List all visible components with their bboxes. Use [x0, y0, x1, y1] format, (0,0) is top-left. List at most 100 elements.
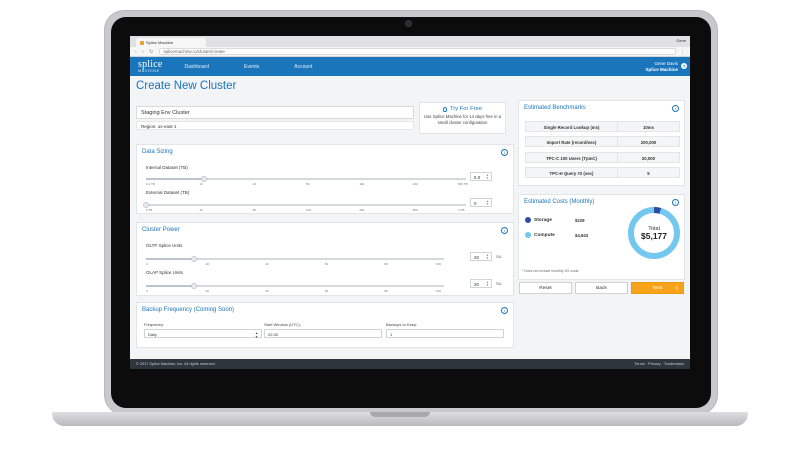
slider-tick-label: 100 — [436, 262, 442, 266]
compute-legend: Compute — [525, 232, 555, 238]
nav-dashboard[interactable]: Dashboard — [185, 64, 209, 70]
slider-tick-label: 50 — [252, 208, 256, 212]
splice-logo[interactable]: splice MACHINE — [138, 59, 163, 74]
slider-tick-label: 0 TB — [146, 208, 153, 212]
backups-keep-label: Backups to Keep: — [386, 322, 418, 327]
help-icon[interactable]: ? — [681, 63, 687, 69]
nav-account[interactable]: Account — [294, 64, 312, 70]
cost-note: * Does not include monthly I/O costs — [522, 269, 579, 273]
oltp-units-value[interactable]: 20 ▲ ▼ — [470, 252, 492, 261]
cost-donut-chart: Total $5,177 — [628, 207, 680, 259]
costs-title: Estimated Costs (Monthly) — [524, 199, 595, 205]
slider-fill — [146, 178, 204, 180]
olap-unit-label: SU — [496, 281, 502, 286]
storage-color-swatch — [525, 217, 531, 223]
slider-tick-label: 4 — [146, 262, 148, 266]
back-button[interactable]: Back — [575, 282, 628, 294]
try-free-title: Try For Free — [450, 106, 482, 112]
slider-tick-label: 4 — [146, 289, 148, 293]
nav-events[interactable]: Events — [244, 64, 259, 70]
slider-tick-label: 200 — [412, 182, 418, 186]
info-icon[interactable]: i — [501, 227, 508, 234]
cluster-power-card: Cluster Power i OLTP Splice Units 20 ▲ ▼ S… — [136, 222, 514, 296]
internal-dataset-value[interactable]: 5.0 ▲ ▼ — [470, 172, 492, 181]
page-title: Create New Cluster — [136, 80, 237, 92]
browser-menu-icon[interactable]: ⋮ — [680, 49, 685, 55]
copyright-text: © 2017 Splice Machine, Inc. All rights r… — [136, 362, 216, 366]
slider-fill — [146, 285, 194, 287]
benchmarks-card: Estimated Benchmarks i Single Record Loo… — [518, 100, 685, 186]
slider-handle[interactable] — [190, 255, 197, 262]
slider-handle[interactable] — [143, 201, 149, 208]
slider-handle[interactable] — [190, 282, 197, 289]
favicon-icon — [140, 40, 144, 45]
laptop-notch — [370, 412, 430, 417]
browser-window: Splice Machine Gene ‹ › ↻ splicemachine.… — [130, 36, 690, 369]
chevron-right-icon: › — [675, 284, 678, 292]
external-dataset-label: External Dataset (TB) — [146, 190, 190, 195]
slider-tick-label: 10 — [199, 182, 203, 186]
info-icon[interactable]: i — [501, 307, 508, 314]
frequency-group: Frequency: Daily ▲ ▼ — [144, 322, 262, 339]
slider-tick-label: 80 — [384, 289, 388, 293]
oltp-units-slider[interactable] — [146, 255, 444, 262]
olap-units-slider[interactable] — [146, 282, 444, 289]
internal-dataset-slider[interactable] — [146, 175, 466, 182]
data-sizing-card: Data Sizing i Internal Dataset (TB) 5.0 ▲… — [136, 144, 514, 214]
slider-tick-label: 0.1 TB — [146, 182, 155, 186]
slider-tick-label: 40 — [265, 289, 269, 293]
frequency-label: Frequency: — [144, 322, 165, 327]
back-forward-icon[interactable]: ‹ › ↻ — [135, 49, 155, 55]
start-window-group: Start Window (UTC): 02:30 — [264, 322, 382, 338]
benchmark-row: Single Record Lookup (ms) 10ms — [525, 121, 680, 132]
reset-button[interactable]: Reset — [519, 282, 572, 294]
info-icon[interactable]: i — [501, 149, 508, 156]
slider-tick-label: 20 — [205, 289, 209, 293]
costs-card: Estimated Costs (Monthly) i Storage $229… — [518, 194, 685, 280]
slider-fill — [146, 258, 194, 260]
compute-cost: $4,943 — [575, 233, 589, 238]
slider-handle[interactable] — [200, 175, 207, 182]
browser-tab[interactable]: Splice Machine — [136, 38, 206, 47]
slider-tick-label: 20 — [205, 262, 209, 266]
slider-tick-label: 10 — [199, 208, 203, 212]
olap-units-value[interactable]: 20 ▲ ▼ — [470, 279, 492, 288]
compute-color-swatch — [525, 232, 531, 238]
footer-links[interactable]: Terms · Privacy · Trademarks — [634, 362, 684, 366]
internal-dataset-label: Internal Dataset (TB) — [146, 165, 188, 170]
camera-icon — [405, 20, 412, 27]
slider-tick-label: 60 — [324, 289, 329, 293]
olap-units-label: OLAP Splice Units — [146, 270, 183, 275]
cluster-power-title: Cluster Power — [142, 227, 180, 233]
backups-keep-input[interactable]: 1 — [386, 329, 504, 338]
start-window-input[interactable]: 02:30 — [264, 329, 382, 338]
slider-tick-label: 1 PB — [458, 208, 465, 212]
slider-tick-label: 60 — [324, 262, 329, 266]
lightbulb-icon — [443, 106, 447, 112]
slider-tick-label: 40 — [265, 262, 269, 266]
try-free-panel[interactable]: Try For Free Use Splice Machine for 14 d… — [419, 102, 506, 134]
slider-tick-label: 100 — [306, 208, 312, 212]
region-field[interactable]: Region: us-east-1 — [136, 121, 414, 130]
frequency-select[interactable]: Daily ▲ ▼ — [144, 329, 262, 339]
slider-tick-label: 20 — [252, 182, 256, 186]
oltp-unit-label: SU — [496, 254, 502, 259]
benchmark-row: Import Rate (record/sec) 200,000 — [525, 136, 680, 147]
next-button[interactable]: Next › — [631, 282, 684, 294]
browser-profile[interactable]: Gene — [676, 38, 686, 43]
url-field[interactable]: splicemachine.io/cluster/create — [159, 48, 676, 55]
backups-keep-group: Backups to Keep: 1 — [386, 322, 504, 338]
try-free-text: Use Splice Machine for 14 days free in a… — [423, 114, 502, 125]
browser-tabstrip: Splice Machine Gene — [130, 36, 690, 47]
external-dataset-value[interactable]: 0 ▲ ▼ — [470, 198, 492, 207]
info-icon[interactable]: i — [672, 105, 679, 112]
data-sizing-title: Data Sizing — [142, 149, 173, 155]
cluster-name-input[interactable]: Staging Env Cluster — [136, 106, 414, 119]
slider-tick-label: 100 — [436, 289, 442, 293]
backup-title: Backup Frequency (Coming Soon) — [142, 307, 235, 313]
storage-legend: Storage — [525, 217, 552, 223]
user-menu[interactable]: Gene Davis Splice Machine — [645, 61, 678, 72]
benchmark-row: TPC-C 100 Users (TpmC) 20,000 — [525, 152, 680, 163]
app-header: splice MACHINE Dashboard Events Account … — [130, 57, 690, 76]
external-dataset-slider[interactable] — [143, 201, 466, 208]
